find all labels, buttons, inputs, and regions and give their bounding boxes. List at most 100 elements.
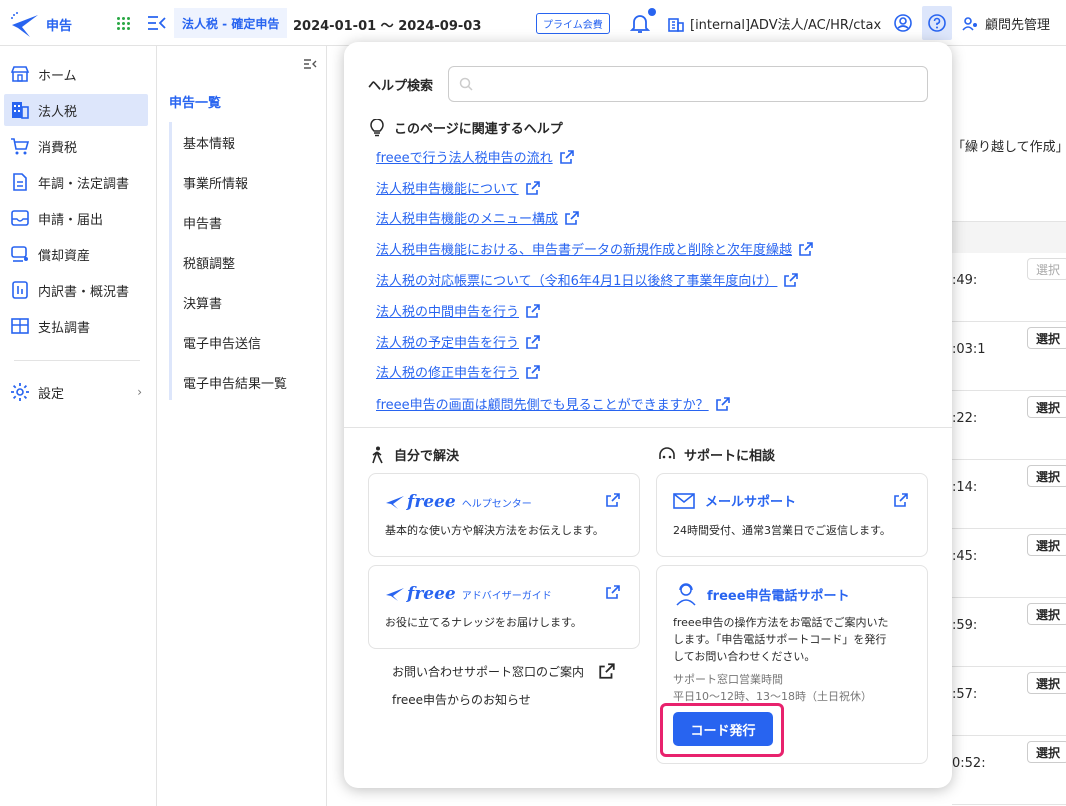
- select-button[interactable]: 選択: [1027, 603, 1066, 625]
- subnav-item-financial-statements[interactable]: 決算書: [183, 293, 222, 312]
- inbox-icon: [11, 210, 29, 226]
- select-button[interactable]: 選択: [1027, 672, 1066, 694]
- issue-code-button[interactable]: コード発行: [673, 712, 773, 746]
- news-link[interactable]: freee申告からのお知らせ: [392, 691, 531, 708]
- help-link[interactable]: 法人税の修正申告を行う: [376, 362, 541, 381]
- company-switcher[interactable]: [internal]ADV法人/AC/HR/ctax: [668, 14, 881, 33]
- subnav-item-e-filing[interactable]: 電子申告送信: [183, 333, 261, 352]
- subnav-indicator: [169, 122, 172, 400]
- help-link[interactable]: 法人税申告機能のメニュー構成: [376, 208, 580, 227]
- external-link-icon: [894, 493, 908, 507]
- help-search-box[interactable]: [448, 66, 928, 102]
- sidebar-item-settings[interactable]: 設定 ›: [4, 376, 148, 408]
- sidebar-item-year-end[interactable]: 年調・法定調書: [4, 166, 148, 198]
- table-row: :59: 選択: [952, 598, 1066, 667]
- help-link[interactable]: 法人税申告機能における、申告書データの新規作成と削除と次年度繰越: [376, 239, 814, 258]
- logo-text: 申告: [46, 18, 73, 34]
- report-icon: [12, 281, 28, 299]
- subnav-title[interactable]: 申告一覧: [169, 92, 221, 111]
- support-heading: サポートに相談: [658, 445, 775, 464]
- freee-bird-icon: [386, 496, 404, 509]
- subnav-item-tax-forms[interactable]: 申告書: [183, 213, 222, 232]
- select-button[interactable]: 選択: [1027, 327, 1066, 349]
- help-button[interactable]: [922, 6, 952, 40]
- sidebar-item-applications[interactable]: 申請・届出: [4, 202, 148, 234]
- app-logo[interactable]: 申告: [8, 9, 72, 39]
- table-icon: [11, 318, 29, 334]
- subnav-item-tax-adjust[interactable]: 税額調整: [183, 253, 235, 272]
- row-time: :45:: [952, 549, 978, 564]
- subnav-item-e-filing-results[interactable]: 電子申告結果一覧: [183, 373, 287, 392]
- help-link[interactable]: 法人税の予定申告を行う: [376, 332, 541, 351]
- select-button[interactable]: 選択: [1027, 465, 1066, 487]
- background-table-header: [952, 221, 1066, 253]
- help-link[interactable]: freeeで行う法人税申告の流れ: [376, 147, 575, 166]
- user-account-icon[interactable]: [893, 13, 913, 33]
- table-row: 0:52: 選択: [952, 736, 1066, 805]
- help-link[interactable]: 法人税申告機能について: [376, 178, 541, 197]
- advisor-label: 顧問先管理: [985, 18, 1051, 33]
- row-time: 0:52:: [952, 756, 986, 771]
- sidebar-collapse-icon[interactable]: [146, 12, 168, 34]
- sidebar-item-label: 法人税: [38, 104, 78, 120]
- mail-support-card[interactable]: メールサポート 24時間受付、通常3営業日でご返信します。: [656, 473, 928, 557]
- help-link[interactable]: 法人税の対応帳票について（令和6年4月1日以後終了事業年度向け）: [376, 270, 799, 289]
- external-link-icon: [799, 241, 813, 256]
- row-time: :22:: [952, 411, 978, 426]
- contact-window-link[interactable]: お問い合わせサポート窓口のご案内: [392, 662, 616, 680]
- row-time: :03:1: [952, 342, 986, 357]
- sidebar-item-depreciable-assets[interactable]: 償却資産: [4, 238, 148, 270]
- table-row: :57: 選択: [952, 667, 1066, 736]
- table-row: :49: 選択: [952, 253, 1066, 322]
- select-button[interactable]: 選択: [1027, 396, 1066, 418]
- top-bar: 申告 法人税 - 確定申告 2024-01-01 〜 2024-09-03 プラ…: [0, 0, 1066, 46]
- notification-bell-icon[interactable]: [630, 12, 650, 34]
- sidebar-item-consumption-tax[interactable]: 消費税: [4, 130, 148, 162]
- sidebar-item-label: 支払調書: [38, 320, 91, 336]
- advisor-guide-desc: お役に立てるナレッジをお届けします。: [385, 616, 582, 629]
- sidebar-item-payment-records[interactable]: 支払調書: [4, 310, 148, 342]
- advisor-management-link[interactable]: 顧問先管理: [962, 14, 1050, 33]
- table-row: :14: 選択: [952, 460, 1066, 529]
- subnav-collapse-icon[interactable]: [303, 58, 317, 70]
- mail-support-title: メールサポート: [673, 491, 796, 510]
- select-button[interactable]: 選択: [1027, 258, 1066, 280]
- sidebar-item-corporate-tax[interactable]: 法人税: [4, 94, 148, 126]
- help-search-input[interactable]: [481, 73, 921, 95]
- help-center-card[interactable]: freee ヘルプセンター 基本的な使い方や解決方法をお伝えします。: [368, 473, 640, 557]
- sidebar-item-label: 消費税: [38, 140, 78, 156]
- office-icon: [668, 17, 684, 32]
- secondary-sidebar: 申告一覧 基本情報 事業所情報 申告書 税額調整 決算書 電子申告送信 電子申告…: [157, 46, 327, 806]
- external-link-icon: [565, 210, 579, 225]
- advisor-guide-card[interactable]: freee アドバイザーガイド お役に立てるナレッジをお届けします。: [368, 565, 640, 649]
- gear-icon: [11, 383, 29, 401]
- app-switcher-icon[interactable]: [117, 17, 131, 31]
- support-hours: サポート窓口営業時間 平日10〜12時、13〜18時（土日祝休）: [673, 673, 872, 703]
- external-link-icon: [606, 493, 620, 507]
- row-time: :49:: [952, 273, 978, 288]
- sidebar-item-label: ホーム: [38, 68, 77, 84]
- help-link[interactable]: 法人税の中間申告を行う: [376, 301, 541, 320]
- period-range: 2024-01-01 〜 2024-09-03: [293, 19, 482, 34]
- help-link[interactable]: freee申告の画面は顧問先側でも見ることができますか？: [376, 394, 731, 413]
- select-button[interactable]: 選択: [1027, 534, 1066, 556]
- related-help-heading: このページに関連するヘルプ: [370, 118, 563, 137]
- sidebar-item-home[interactable]: ホーム: [4, 58, 148, 90]
- subnav-item-basic-info[interactable]: 基本情報: [183, 133, 235, 152]
- external-link-icon: [526, 334, 540, 349]
- select-button[interactable]: 選択: [1027, 741, 1066, 763]
- operator-icon: [676, 583, 696, 606]
- prime-member-badge[interactable]: プライム会費: [536, 13, 610, 34]
- sidebar-item-breakdown[interactable]: 内訳書・概況書: [4, 274, 148, 306]
- lightbulb-icon: [370, 118, 384, 136]
- building-icon: [12, 102, 29, 119]
- subnav-item-office-info[interactable]: 事業所情報: [183, 173, 248, 192]
- question-icon: [928, 14, 946, 32]
- sidebar-item-label: 償却資産: [38, 248, 91, 264]
- cart-icon: [11, 138, 30, 155]
- company-name: [internal]ADV法人/AC/HR/ctax: [690, 18, 882, 33]
- external-link-icon: [599, 663, 615, 679]
- headset-icon: [659, 446, 675, 459]
- external-link-icon: [784, 272, 799, 287]
- freee-bird-icon: [386, 588, 404, 601]
